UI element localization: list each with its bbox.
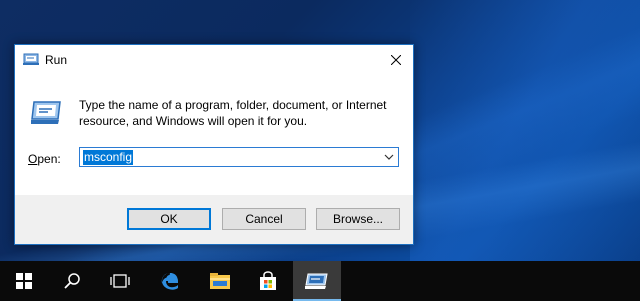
store-button[interactable] [244,261,292,301]
title-bar[interactable]: Run [15,45,413,75]
run-taskbar-button[interactable] [293,261,341,301]
task-view-icon [110,274,130,288]
file-explorer-button[interactable] [196,261,244,301]
chevron-down-icon [384,154,394,160]
run-icon [305,273,328,289]
open-combobox[interactable]: msconfig [79,147,399,167]
browse-button[interactable]: Browse... [316,208,400,230]
open-label: Open: [28,152,61,166]
cancel-button[interactable]: Cancel [222,208,306,230]
task-view-button[interactable] [96,261,144,301]
ok-button[interactable]: OK [127,208,211,230]
dialog-footer: OK Cancel Browse... [15,195,413,244]
search-button[interactable] [48,261,96,301]
edge-icon [161,273,178,290]
run-dialog: Run Type the name of a program, folder, … [14,44,414,245]
open-input-value[interactable]: msconfig [83,150,134,165]
taskbar [0,261,640,301]
start-button[interactable] [0,261,48,301]
dialog-title: Run [45,53,68,67]
wallpaper-light-beam [410,0,640,261]
dropdown-button[interactable] [382,150,396,164]
edge-button[interactable] [146,261,194,301]
dialog-body: Type the name of a program, folder, docu… [15,75,413,195]
close-icon [391,55,401,65]
store-icon [260,271,276,290]
start-icon [16,273,32,289]
run-program-icon [31,101,61,124]
dialog-description: Type the name of a program, folder, docu… [79,98,387,128]
run-title-icon [23,53,39,65]
search-icon [64,273,80,289]
open-label-text: pen: [37,152,61,166]
close-button[interactable] [379,45,413,75]
open-label-accelerator: O [28,152,38,166]
file-explorer-icon [210,273,230,289]
